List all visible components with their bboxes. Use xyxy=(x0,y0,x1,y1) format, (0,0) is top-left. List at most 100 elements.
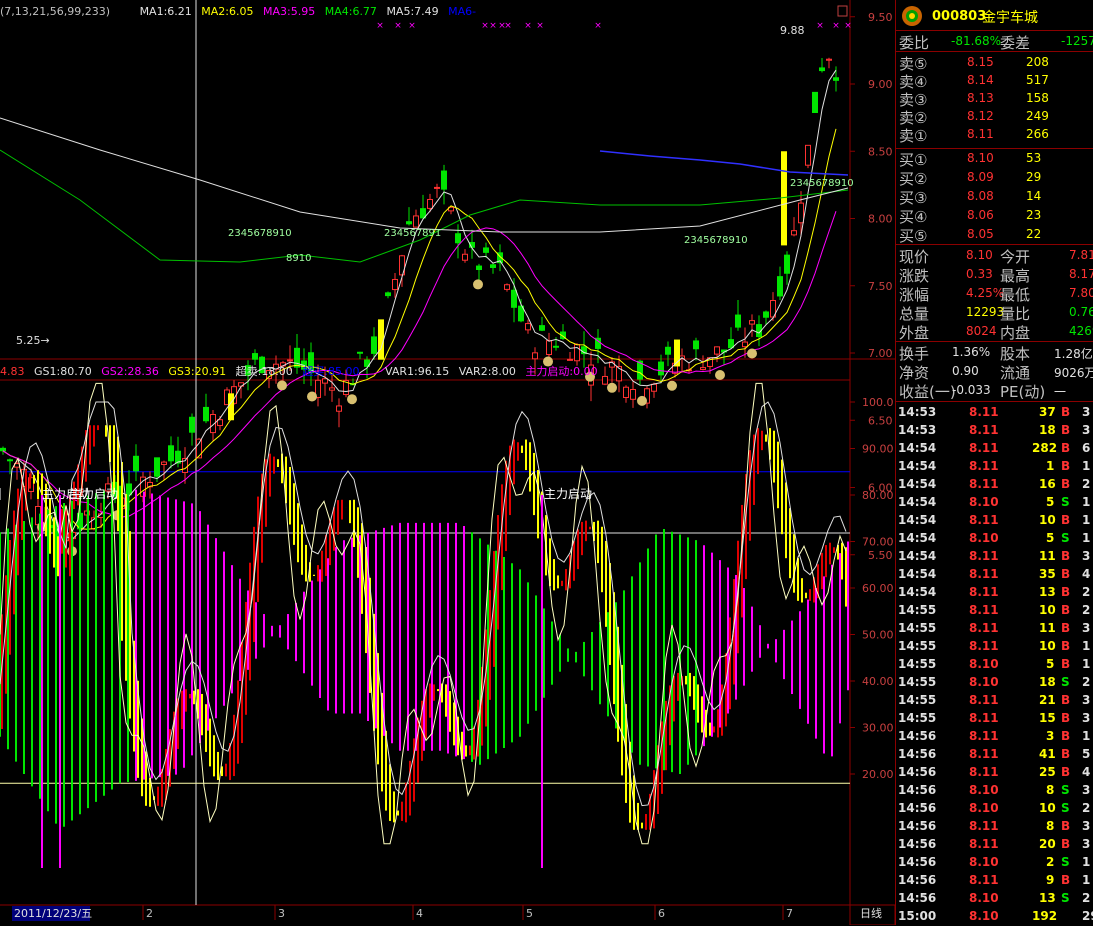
tick-volume: 282 xyxy=(1032,441,1058,455)
tick-price: 8.11 xyxy=(969,459,999,473)
stat-value: 12293 xyxy=(966,305,1005,319)
tick-time: 14:55 xyxy=(898,711,937,725)
tick-row: 14:55 8.11 21 B 3 xyxy=(896,692,1093,710)
candle-body xyxy=(602,375,608,385)
tick-side: B xyxy=(1061,819,1071,833)
tick-row: 14:55 8.10 5 B 1 xyxy=(896,656,1093,674)
tick-count: 3 xyxy=(1082,837,1091,851)
stat-value: 4.25% xyxy=(966,286,1005,300)
stat-row: 总量 12293 量比 0.76 xyxy=(896,304,1093,323)
tick-side: B xyxy=(1061,441,1071,455)
tick-time: 14:56 xyxy=(898,783,937,797)
tick-row: 14:56 8.11 3 B 1 xyxy=(896,728,1093,746)
tick-side: B xyxy=(1061,549,1071,563)
candle-body xyxy=(735,314,741,328)
stock-name: 金宇车城 xyxy=(982,10,1038,26)
candle-body xyxy=(7,459,13,462)
candle-body xyxy=(819,67,825,72)
tick-count: 3 xyxy=(1082,819,1091,833)
tick-price: 8.11 xyxy=(969,873,999,887)
tick-volume: 5 xyxy=(1046,531,1055,545)
tick-volume: 15 xyxy=(1039,711,1056,725)
tick-count: 1 xyxy=(1082,873,1091,887)
tick-side: B xyxy=(1061,477,1071,491)
candle-body xyxy=(623,386,629,399)
ma4-value: MA4:6.77 xyxy=(324,5,377,18)
bid-price: 8.10 xyxy=(967,151,994,165)
tick-time: 14:54 xyxy=(898,531,937,545)
candle-body xyxy=(168,445,174,462)
tick-row: 14:56 8.11 41 B 5 xyxy=(896,746,1093,764)
info-value: 9026万 xyxy=(1054,366,1093,380)
high-price-mark: 9.88 xyxy=(780,24,805,37)
stat-value: 8024 xyxy=(966,324,997,338)
candle-body xyxy=(658,361,664,376)
tick-row: 14:54 8.11 1 B 1 xyxy=(896,458,1093,476)
candle-body xyxy=(322,378,328,384)
tick-time: 14:56 xyxy=(898,855,937,869)
signal-marker-icon: × xyxy=(816,21,824,31)
oversold-value: 超卖:18.00 xyxy=(235,365,293,378)
money-bag-icon xyxy=(347,394,357,405)
kline-chart-area[interactable]: 9.509.008.508.007.507.006.506.005.50100.… xyxy=(0,0,895,925)
stat-label: 现价 xyxy=(899,248,930,266)
bid-row: 买② 8.09 29 xyxy=(896,169,1093,188)
tick-price: 8.11 xyxy=(969,585,999,599)
tick-row: 14:53 8.11 37 B 3 xyxy=(896,404,1093,422)
ask-price: 8.15 xyxy=(967,55,994,69)
tick-price: 8.11 xyxy=(969,837,999,851)
candle-body xyxy=(252,353,258,360)
tick-volume: 5 xyxy=(1046,657,1055,671)
candle-body xyxy=(462,253,468,261)
tick-time: 14:56 xyxy=(898,747,937,761)
candle-body xyxy=(763,311,769,318)
ask-price: 8.12 xyxy=(967,109,994,123)
month-label: 5 xyxy=(526,907,533,920)
stat-label: 今开 xyxy=(1000,248,1031,266)
money-bag-icon xyxy=(637,395,647,406)
ask-price: 8.14 xyxy=(967,73,994,87)
tick-row: 14:56 8.10 2 S 1 xyxy=(896,854,1093,872)
tick-row: 14:56 8.11 25 B 4 xyxy=(896,764,1093,782)
tick-side: B xyxy=(1061,873,1071,887)
bid-price: 8.05 xyxy=(967,227,994,241)
candle-body xyxy=(784,254,790,274)
weicha-label: 委差 xyxy=(1000,34,1031,52)
tick-row: 14:54 8.11 13 B 2 xyxy=(896,584,1093,602)
info-label: 净资 xyxy=(899,364,930,382)
tick-time: 14:54 xyxy=(898,459,937,473)
candle-body xyxy=(0,447,6,452)
price-tick-label: 9.50 xyxy=(868,11,893,24)
tick-volume: 192 xyxy=(1032,909,1058,923)
tick-price: 8.10 xyxy=(969,675,999,689)
tick-volume: 8 xyxy=(1046,783,1055,797)
tick-price: 8.10 xyxy=(969,495,999,509)
money-bag-icon xyxy=(277,380,287,391)
panel-divider xyxy=(896,401,1093,402)
signal-marker-icon: × xyxy=(844,21,852,31)
ma3-value: MA3:5.95 xyxy=(263,5,316,18)
tick-time: 14:55 xyxy=(898,657,937,671)
candle-body xyxy=(357,351,363,354)
tick-price: 8.11 xyxy=(969,747,999,761)
candle-body xyxy=(385,292,391,297)
ma-params: (7,13,21,56,99,233) xyxy=(0,5,111,18)
info-label: 流通 xyxy=(1000,364,1031,382)
month-label: 4 xyxy=(416,907,423,920)
price-tick-label: 7.50 xyxy=(868,280,893,293)
candle-body xyxy=(728,339,734,349)
webi-value: -81.68% xyxy=(951,34,1002,48)
bid-label: 买⑤ xyxy=(899,227,928,245)
gs2-value: GS2:28.36 xyxy=(101,365,159,378)
stock-code: 000803 xyxy=(932,9,987,24)
panel-divider xyxy=(896,341,1093,342)
tick-row: 14:54 8.11 282 B 6 xyxy=(896,440,1093,458)
candle-body xyxy=(630,388,636,400)
quote-title-bar[interactable]: 000803 金宇车城 xyxy=(896,0,1093,31)
tick-volume: 9 xyxy=(1046,873,1055,887)
tick-time: 14:56 xyxy=(898,765,937,779)
sub-tick-label: 60.00 xyxy=(862,582,894,595)
info-label: 收益(一) xyxy=(899,383,956,401)
tick-side: B xyxy=(1061,585,1071,599)
tick-time: 14:56 xyxy=(898,801,937,815)
